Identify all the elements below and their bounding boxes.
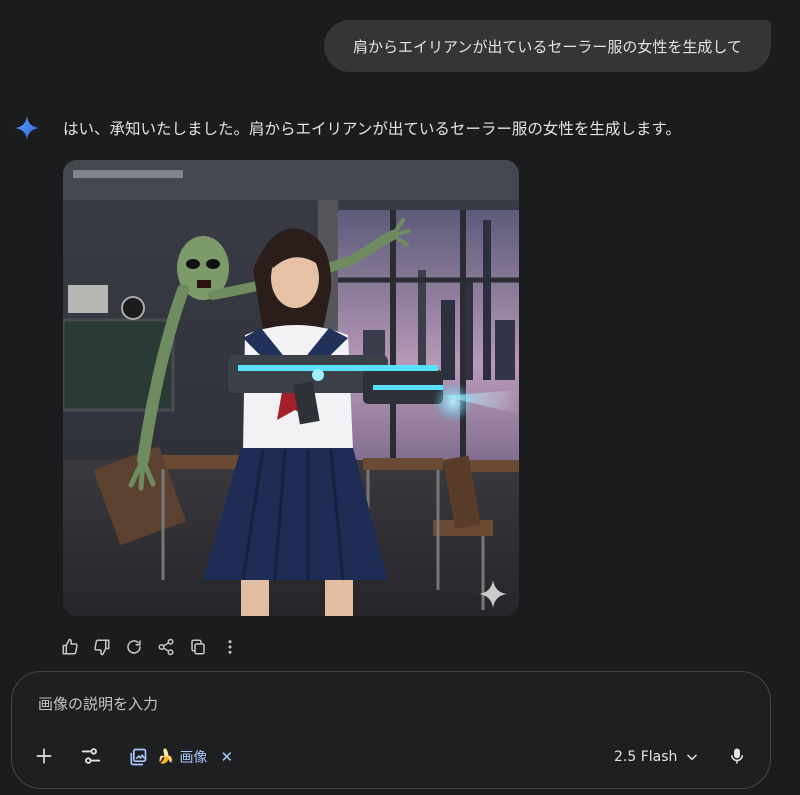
model-selector[interactable]: 2.5 Flash (614, 743, 699, 771)
more-vert-icon[interactable] (218, 634, 242, 660)
prompt-input[interactable] (36, 694, 640, 714)
image-tool-chip[interactable]: 🍌 画像 ✕ (128, 743, 233, 771)
response-actions (58, 634, 242, 660)
regenerate-icon[interactable] (122, 634, 146, 660)
composer: 🍌 画像 ✕ 2.5 Flash (11, 671, 771, 789)
share-icon[interactable] (154, 634, 178, 660)
user-message-text: 肩からエイリアンが出ているセーラー服の女性を生成して (353, 37, 742, 56)
chevron-down-icon (685, 750, 699, 764)
add-icon[interactable] (29, 741, 59, 771)
user-message-bubble: 肩からエイリアンが出ているセーラー服の女性を生成して (324, 20, 771, 72)
banana-emoji: 🍌 (157, 749, 175, 765)
model-label: 2.5 Flash (614, 749, 678, 765)
chat-page: 肩からエイリアンが出ているセーラー服の女性を生成して はい、承知いたしました。肩… (0, 0, 800, 795)
tools-icon[interactable] (76, 741, 106, 771)
thumb-up-icon[interactable] (58, 634, 82, 660)
thumb-down-icon[interactable] (90, 634, 114, 660)
chip-close-icon[interactable]: ✕ (220, 748, 233, 766)
generated-image[interactable] (63, 160, 519, 616)
image-tool-label: 画像 (179, 750, 208, 766)
image-gallery-icon (128, 747, 148, 767)
gemini-spark-icon (14, 115, 40, 141)
microphone-icon[interactable] (722, 741, 752, 771)
copy-icon[interactable] (186, 634, 210, 660)
response-text: はい、承知いたしました。肩からエイリアンが出ているセーラー服の女性を生成します。 (63, 120, 681, 138)
